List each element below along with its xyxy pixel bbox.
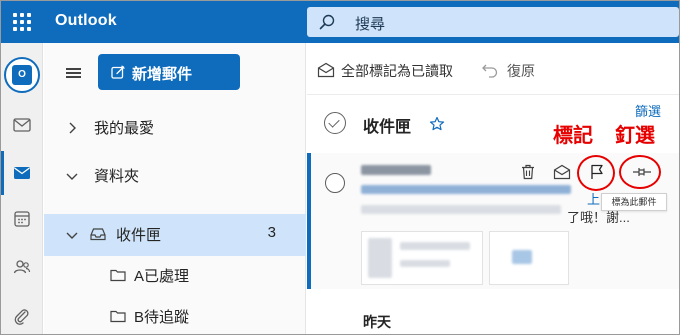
attachment-thumbnail [512, 250, 532, 264]
top-bar: Outlook 搜尋 [1, 1, 679, 43]
attachment-thumbnail [368, 238, 392, 278]
folder-label: 收件匣 [116, 227, 162, 244]
folder-item-inbox[interactable]: 收件匣 3 [44, 214, 306, 256]
search-placeholder: 搜尋 [355, 16, 386, 33]
mark-read-icon[interactable] [553, 163, 571, 181]
flag-tooltip: 標為此郵件 [601, 193, 667, 211]
attachment-card[interactable] [361, 231, 483, 285]
attachment-size [400, 260, 450, 267]
folder-item-b[interactable]: B待追蹤 [44, 296, 306, 334]
folder-section-folders[interactable]: 資料夾 [44, 155, 306, 197]
folder-pane: 新增郵件 我的最愛 資料夾 收件匣 3 A已處理 B待追蹤 [44, 43, 306, 334]
pin-annotation-label: 釘選 [615, 123, 655, 147]
folder-section-favorites[interactable]: 我的最愛 [44, 107, 306, 149]
subject-line [361, 185, 571, 194]
search-icon [319, 14, 335, 30]
outlook-window: Outlook 搜尋 O 新增郵件 我的最愛 資料夾 收件匣 3 A已處理 B待… [0, 0, 680, 335]
attachment-name [400, 242, 470, 250]
mail-icon[interactable] [12, 163, 32, 183]
app-launcher-icon[interactable] [13, 13, 31, 31]
menu-icon[interactable] [66, 68, 81, 78]
search-input[interactable]: 搜尋 [307, 7, 679, 37]
people-icon[interactable] [12, 257, 32, 277]
flag-highlight-circle [577, 155, 615, 191]
compose-pen-icon [111, 65, 125, 79]
unread-count-badge: 3 [267, 224, 276, 241]
message-item[interactable]: 上 了哦！謝... 標為此郵件 [307, 153, 679, 289]
undo-button[interactable]: 復原 [507, 61, 535, 81]
new-mail-label: 新增郵件 [132, 66, 193, 83]
compose-icon[interactable] [12, 115, 32, 135]
folder-item-a[interactable]: A已處理 [44, 255, 306, 297]
chevron-down-icon [66, 173, 78, 180]
undo-icon [482, 64, 498, 78]
filter-button[interactable]: 篩選 [635, 101, 661, 120]
mark-read-icon [317, 62, 335, 78]
app-title[interactable]: Outlook [55, 12, 117, 30]
delete-icon[interactable] [519, 163, 537, 181]
outlook-logo-icon[interactable]: O [4, 57, 40, 93]
folder-icon [110, 310, 126, 323]
folder-section-label: 資料夾 [94, 168, 140, 185]
star-icon[interactable] [429, 116, 445, 132]
list-title: 收件匣 [363, 119, 412, 136]
flag-annotation-label: 標記 [553, 123, 593, 147]
new-mail-button[interactable]: 新增郵件 [98, 54, 240, 90]
select-all-checkbox[interactable] [324, 112, 346, 134]
calendar-icon[interactable] [12, 209, 32, 229]
app-rail: O [1, 43, 43, 334]
chevron-down-icon [66, 232, 78, 239]
attachment-icon[interactable] [12, 307, 32, 327]
pin-highlight-circle [619, 155, 661, 189]
chevron-right-icon [69, 122, 76, 134]
inbox-icon [90, 228, 106, 241]
folder-label: A已處理 [134, 268, 190, 285]
folder-icon [110, 269, 126, 282]
sender-name [361, 165, 431, 175]
subject-tail: 上 [587, 192, 601, 207]
rail-selection-indicator [1, 151, 4, 195]
folder-section-label: 我的最愛 [94, 120, 155, 137]
command-toolbar: 全部標記為已讀取 復原 [307, 43, 679, 95]
preview-line [361, 205, 561, 214]
folder-label: B待追蹤 [134, 309, 190, 326]
date-group-header: 昨天 [363, 314, 391, 330]
mark-all-read-button[interactable]: 全部標記為已讀取 [341, 61, 453, 81]
attachment-card[interactable] [489, 231, 569, 285]
message-select-radio[interactable] [325, 173, 345, 193]
